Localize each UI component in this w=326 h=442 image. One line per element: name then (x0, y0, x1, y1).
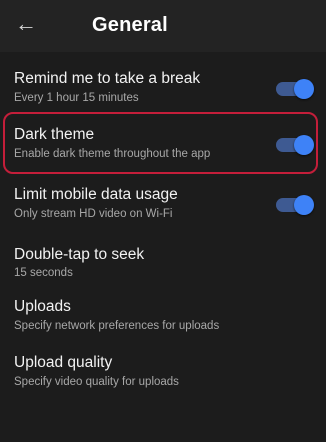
dark-theme-highlight-box (3, 112, 318, 174)
page-title: General (92, 14, 168, 36)
setting-subtitle: Every 1 hour 15 minutes (14, 92, 139, 104)
setting-title: Limit mobile data usage (14, 186, 178, 203)
setting-title: Double-tap to seek (14, 246, 145, 263)
setting-title: Uploads (14, 298, 71, 315)
back-arrow-icon[interactable]: ← (14, 12, 38, 36)
setting-subtitle: Only stream HD video on Wi-Fi (14, 208, 173, 220)
setting-uploads[interactable]: Uploads Specify network preferences for … (0, 290, 326, 342)
setting-upload-quality[interactable]: Upload quality Specify video quality for… (0, 346, 326, 398)
setting-remind-break[interactable]: Remind me to take a break Every 1 hour 1… (0, 60, 326, 112)
setting-double-tap-seek[interactable]: Double-tap to seek 15 seconds (0, 238, 326, 290)
setting-subtitle: Specify network preferences for uploads (14, 320, 220, 332)
setting-title: Remind me to take a break (14, 70, 201, 87)
app-bar: ← General (0, 0, 326, 52)
setting-subtitle: Specify video quality for uploads (14, 376, 179, 388)
remind-break-toggle[interactable] (276, 79, 314, 99)
setting-limit-mobile-data[interactable]: Limit mobile data usage Only stream HD v… (0, 178, 326, 234)
toggle-knob (294, 79, 314, 99)
toggle-knob (294, 195, 314, 215)
setting-subtitle: 15 seconds (14, 267, 73, 279)
limit-data-toggle[interactable] (276, 195, 314, 215)
setting-title: Upload quality (14, 354, 113, 371)
